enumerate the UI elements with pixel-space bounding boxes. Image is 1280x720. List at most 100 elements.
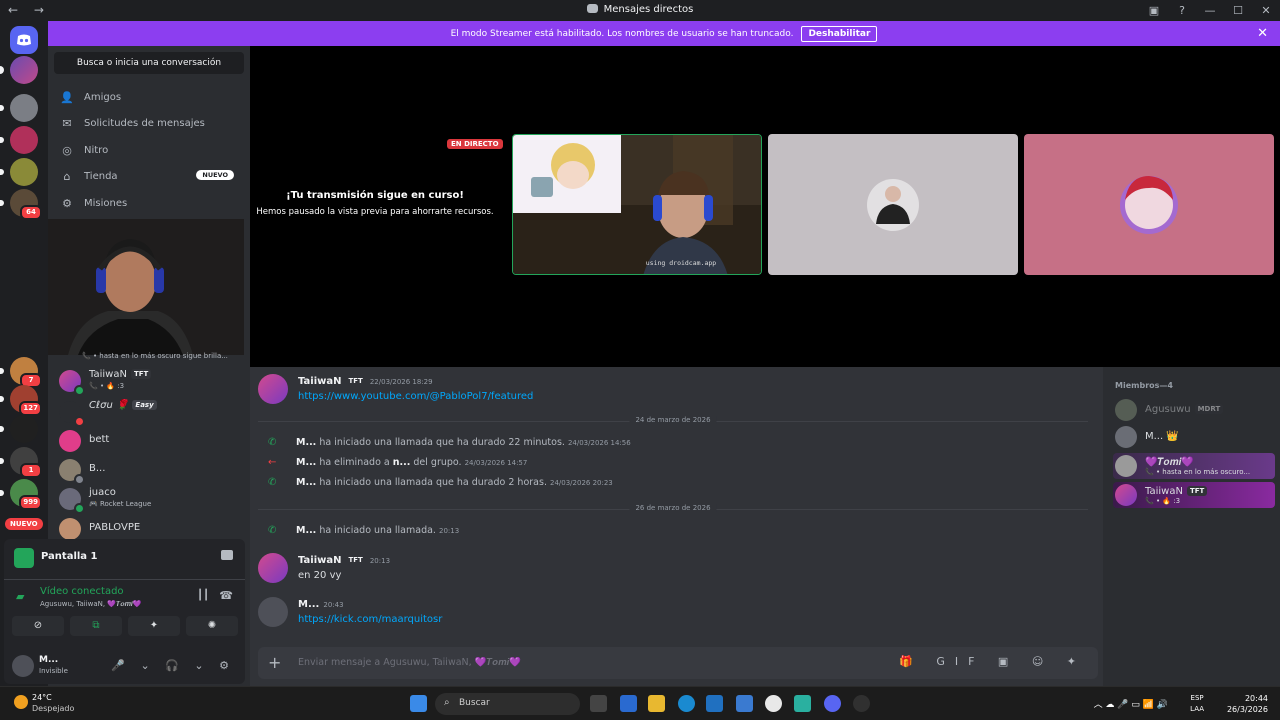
screen-share-button[interactable]: ⧉ bbox=[70, 616, 122, 636]
new-servers-badge[interactable]: NUEVO bbox=[5, 518, 43, 530]
edge-icon[interactable] bbox=[678, 695, 695, 712]
member-list-header: Miembros—4 bbox=[1115, 381, 1173, 390]
timestamp: 24/03/2026 14:57 bbox=[464, 459, 528, 467]
message-author[interactable]: TaiiwaN TFT 20:13 bbox=[298, 555, 390, 566]
discord-taskbar-icon[interactable] bbox=[824, 695, 841, 712]
disable-streamer-button[interactable]: Deshabilitar bbox=[801, 25, 878, 42]
member-item[interactable]: M... 👑 bbox=[1113, 424, 1275, 450]
server-icon[interactable]: 64 bbox=[0, 189, 42, 220]
clock[interactable]: 20:44 26/3/2026 bbox=[1227, 693, 1268, 715]
server-icon[interactable]: 1 bbox=[0, 447, 42, 478]
widgets-icon[interactable] bbox=[620, 695, 637, 712]
disconnect-icon[interactable]: ☎ bbox=[219, 589, 233, 602]
call-icon: ✆ bbox=[268, 525, 277, 536]
server-icon[interactable] bbox=[0, 415, 38, 443]
weather-desc: Despejado bbox=[32, 704, 75, 713]
timestamp: 24/03/2026 14:56 bbox=[567, 439, 631, 447]
group-dm-icon[interactable] bbox=[0, 56, 38, 84]
server-icon[interactable] bbox=[0, 158, 38, 186]
language-indicator[interactable]: ESP LAA bbox=[1190, 693, 1204, 715]
mention-badge: 999 bbox=[19, 495, 42, 510]
nav-shop[interactable]: ⌂ Tienda NUEVO bbox=[56, 165, 242, 187]
signal-icon: ▰ bbox=[16, 590, 25, 603]
minimize-button[interactable]: — bbox=[1196, 0, 1224, 21]
avatar[interactable] bbox=[258, 553, 288, 583]
discord-home-icon[interactable] bbox=[10, 26, 38, 54]
inbox-icon bbox=[586, 4, 598, 13]
avatar[interactable] bbox=[258, 597, 288, 627]
nav-label: Solicitudes de mensajes bbox=[84, 117, 205, 129]
avatar[interactable] bbox=[12, 655, 34, 677]
composer-placeholder[interactable]: Enviar mensaje a Agusuwu, TaiiwaN, 💜𝑻𝒐𝒎𝒊… bbox=[298, 657, 521, 668]
obs-icon[interactable] bbox=[853, 695, 870, 712]
message-link[interactable]: https://www.youtube.com/@PabloPol7/featu… bbox=[298, 391, 533, 402]
file-explorer-icon[interactable] bbox=[648, 695, 665, 712]
taskbar: 24°C Despejado ⌕ Buscar ︿ ☁ 🎤 ▭ 📶 🔊 ESP LA… bbox=[0, 686, 1280, 720]
store-icon[interactable] bbox=[706, 695, 723, 712]
dm-item-taiiwan[interactable]: TaiiwaN TFT 📞 • 🔥 :3 bbox=[56, 367, 246, 396]
taskbar-search[interactable]: ⌕ Buscar bbox=[435, 693, 580, 715]
voice-status[interactable]: Vídeo conectado bbox=[40, 586, 124, 597]
close-window-button[interactable]: ✕ bbox=[1252, 0, 1280, 21]
member-item[interactable]: Agusuwu MDRT bbox=[1113, 397, 1275, 423]
message-composer[interactable]: + Enviar mensaje a Agusuwu, TaiiwaN, 💜𝑻𝒐… bbox=[258, 647, 1098, 679]
activities-button[interactable]: ✦ bbox=[128, 616, 180, 636]
server-icon[interactable]: 7 bbox=[0, 357, 42, 388]
attach-plus-icon[interactable]: + bbox=[268, 653, 281, 672]
search-input[interactable]: Busca o inicia una conversación bbox=[54, 52, 244, 74]
server-icon[interactable]: 127 bbox=[0, 385, 42, 416]
nav-nitro[interactable]: ◎ Nitro bbox=[56, 139, 242, 161]
member-name: Agusuwu MDRT bbox=[1145, 404, 1224, 415]
unread-pill bbox=[0, 490, 4, 496]
dm-item-b[interactable]: B... bbox=[56, 456, 246, 485]
unread-pill bbox=[0, 396, 4, 402]
member-item[interactable]: 💜𝑻𝒐𝒎𝒊💜 📞 • hasta en lo más oscuro... bbox=[1113, 453, 1275, 479]
temperature: 24°C bbox=[32, 693, 52, 702]
app-icon[interactable] bbox=[794, 695, 811, 712]
dm-item-pablovpe[interactable]: PABLOVPE bbox=[56, 515, 246, 541]
chrome-icon[interactable] bbox=[765, 695, 782, 712]
maximize-button[interactable]: ☐ bbox=[1224, 0, 1252, 21]
dm-item-bett[interactable]: bett bbox=[56, 427, 246, 453]
nav-message-requests[interactable]: ✉ Solicitudes de mensajes bbox=[56, 112, 242, 134]
composer-icons[interactable]: 🎁 GIF ▣ ☺ ✦ bbox=[899, 655, 1086, 668]
mention-badge: 64 bbox=[20, 205, 42, 220]
stop-share-icon[interactable] bbox=[221, 550, 233, 560]
effects-button[interactable]: ✺ bbox=[186, 616, 238, 636]
screen-share-card[interactable]: Pantalla 1 bbox=[4, 539, 245, 575]
partial-status: 📞 • hasta en lo más oscuro sigue brilla.… bbox=[82, 352, 228, 360]
system-tray[interactable]: ︿ ☁ 🎤 ▭ 📶 🔊 bbox=[1094, 697, 1168, 710]
message-link[interactable]: https://kick.com/maarquitosr bbox=[298, 614, 442, 625]
chat-area: TaiiwaN TFT 22/03/2026 18:29 https://www.y… bbox=[250, 367, 1103, 686]
server-icon[interactable] bbox=[0, 126, 38, 154]
dm-item-clou[interactable]: Cℓσu 🌹 Easy bbox=[56, 398, 246, 427]
server-icon[interactable]: 999 bbox=[0, 479, 42, 510]
title-bar: ← → Mensajes directos ▣ ? — ☐ ✕ bbox=[0, 0, 1280, 21]
user-controls[interactable]: 🎤 ⌄ 🎧 ⌄ ⚙ bbox=[111, 659, 235, 672]
camera-off-button[interactable]: ⊘ bbox=[12, 616, 64, 636]
unread-pill bbox=[0, 200, 4, 206]
avatar[interactable] bbox=[258, 374, 288, 404]
server-icon[interactable] bbox=[0, 94, 38, 122]
timestamp: 20:13 bbox=[369, 557, 391, 565]
message-author[interactable]: M... 20:43 bbox=[298, 599, 344, 610]
video-tile-user[interactable] bbox=[768, 134, 1018, 275]
dm-name: PABLOVPE bbox=[89, 522, 141, 533]
close-banner-icon[interactable]: ✕ bbox=[1257, 26, 1268, 41]
nav-quests[interactable]: ⚙ Misiones bbox=[56, 192, 242, 214]
video-tile-webcam[interactable]: using droidcam.app bbox=[512, 134, 762, 275]
inbox-button[interactable]: ▣ bbox=[1140, 0, 1168, 21]
windows-start-icon[interactable] bbox=[410, 695, 427, 712]
message-author[interactable]: TaiiwaN TFT 22/03/2026 18:29 bbox=[298, 376, 433, 387]
dm-item-juaco[interactable]: juaco 🎮 Rocket League bbox=[56, 485, 246, 514]
video-tile-avatar[interactable] bbox=[1024, 134, 1274, 275]
voice-connection: ▰ Vídeo conectado Agusuwu, TaiiwaN, 💜𝑻𝒐𝒎… bbox=[4, 579, 245, 649]
member-item[interactable]: TaiiwaN TFT 📞 • 🔥 :3 bbox=[1113, 482, 1275, 508]
task-view-icon[interactable] bbox=[590, 695, 607, 712]
clock-time: 20:44 bbox=[1244, 694, 1268, 703]
nav-friends[interactable]: 👤 Amigos bbox=[56, 86, 242, 108]
soundboard-icon[interactable]: ┃┃ bbox=[197, 590, 209, 601]
date-label: 26 de marzo de 2026 bbox=[629, 504, 717, 512]
help-button[interactable]: ? bbox=[1168, 0, 1196, 21]
app-icon[interactable] bbox=[736, 695, 753, 712]
